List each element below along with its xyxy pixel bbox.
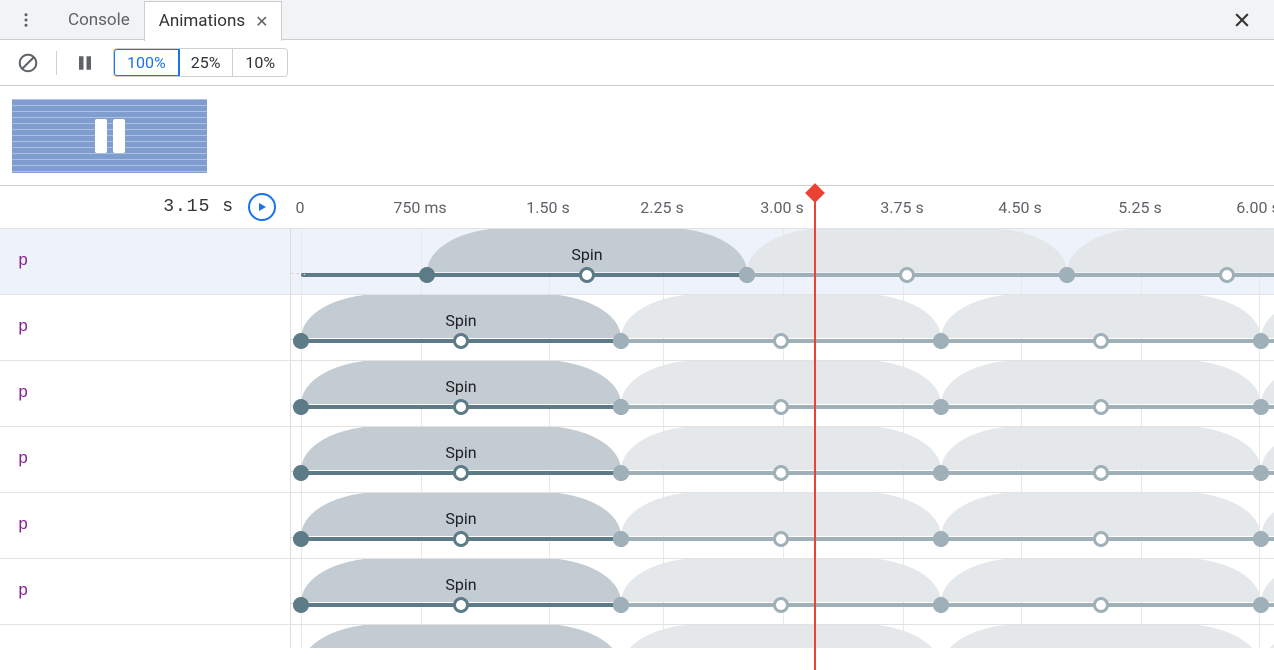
- track-row[interactable]: p Spin: [0, 228, 1274, 294]
- track-element-label: p: [0, 229, 290, 294]
- animation-name-label: Spin: [445, 311, 476, 330]
- keyframe-dot[interactable]: [293, 399, 309, 415]
- speed-25-button[interactable]: 25%: [179, 49, 234, 76]
- animation-group-thumbnail[interactable]: [12, 99, 207, 173]
- speed-100-button[interactable]: 100%: [113, 48, 180, 77]
- keyframe-dot[interactable]: [933, 531, 949, 547]
- keyframe-dot[interactable]: [453, 465, 469, 481]
- current-time-readout: 3.15 s: [163, 197, 234, 217]
- keyframe-dot[interactable]: [293, 465, 309, 481]
- track-row[interactable]: p Spin: [0, 426, 1274, 492]
- keyframe-dot[interactable]: [293, 597, 309, 613]
- keyframe-dot[interactable]: [1093, 333, 1109, 349]
- keyframe-dot[interactable]: [293, 531, 309, 547]
- keyframe-dot[interactable]: [933, 465, 949, 481]
- timeline: p Spin p Spin p Spin p Spin p Spin p Spin: [0, 228, 1274, 648]
- keyframe-dot[interactable]: [899, 267, 915, 283]
- keyframe-dot[interactable]: [1093, 597, 1109, 613]
- keyframe-dot[interactable]: [1253, 531, 1269, 547]
- keyframe-dot[interactable]: [773, 465, 789, 481]
- ruler-tick: 0: [296, 186, 305, 228]
- pause-icon[interactable]: [71, 49, 99, 77]
- keyframe-dot[interactable]: [1059, 267, 1075, 283]
- track-element-label: p: [0, 295, 290, 360]
- keyframe-dot[interactable]: [1219, 267, 1235, 283]
- keyframe-dot[interactable]: [1093, 465, 1109, 481]
- keyframe-dot[interactable]: [739, 267, 755, 283]
- ruler-tick: 750 ms: [393, 186, 446, 228]
- keyframe-dot[interactable]: [613, 597, 629, 613]
- keyframe-dot[interactable]: [1093, 399, 1109, 415]
- track-body: Spin: [290, 427, 1274, 492]
- track-element-label: p: [0, 361, 290, 426]
- track-body: Spin: [290, 229, 1274, 294]
- animations-toolbar: 100% 25% 10%: [0, 40, 1274, 86]
- keyframe-dot[interactable]: [1253, 465, 1269, 481]
- track-element-label: p: [0, 493, 290, 558]
- keyframe-dot[interactable]: [1253, 399, 1269, 415]
- track-body: Spin: [290, 559, 1274, 624]
- ruler-tick: 2.25 s: [640, 186, 683, 228]
- keyframe-dot[interactable]: [773, 333, 789, 349]
- track-row[interactable]: p Spin: [0, 294, 1274, 360]
- track-body: Spin: [290, 493, 1274, 558]
- clear-icon[interactable]: [14, 49, 42, 77]
- keyframe-dot[interactable]: [613, 399, 629, 415]
- animation-name-label: Spin: [445, 377, 476, 396]
- keyframe-dot[interactable]: [419, 267, 435, 283]
- ruler-tick: 6.00 s: [1236, 186, 1274, 228]
- ruler-tick: 3.00 s: [760, 186, 803, 228]
- tab-close-icon[interactable]: ✕: [255, 12, 268, 31]
- ruler-tick: 3.75 s: [880, 186, 923, 228]
- close-panel-button[interactable]: [1222, 0, 1262, 40]
- track-row: [0, 624, 1274, 648]
- tab-animations[interactable]: Animations ✕: [144, 1, 282, 41]
- keyframe-dot[interactable]: [579, 267, 595, 283]
- track-body: Spin: [290, 361, 1274, 426]
- keyframe-dot[interactable]: [453, 531, 469, 547]
- animation-groups-strip: [0, 86, 1274, 186]
- keyframe-dot[interactable]: [1253, 597, 1269, 613]
- keyframe-dot[interactable]: [453, 399, 469, 415]
- keyframe-dot[interactable]: [1253, 333, 1269, 349]
- kebab-menu-icon[interactable]: [12, 6, 40, 34]
- track-element-label: p: [0, 427, 290, 492]
- ruler-tick: 5.25 s: [1118, 186, 1161, 228]
- panel-tabbar: Console Animations ✕: [0, 0, 1274, 40]
- track-row[interactable]: p Spin: [0, 558, 1274, 624]
- animation-name-label: Spin: [445, 509, 476, 528]
- track-row[interactable]: p Spin: [0, 492, 1274, 558]
- divider: [56, 51, 57, 75]
- keyframe-dot[interactable]: [933, 399, 949, 415]
- keyframe-dot[interactable]: [613, 465, 629, 481]
- tab-console[interactable]: Console: [54, 0, 144, 40]
- keyframe-dot[interactable]: [613, 333, 629, 349]
- ruler-tick: 1.50 s: [526, 186, 569, 228]
- playback-speed-group: 100% 25% 10%: [113, 48, 288, 77]
- tab-animations-label: Animations: [159, 11, 245, 31]
- keyframe-dot[interactable]: [453, 597, 469, 613]
- keyframe-dot[interactable]: [773, 597, 789, 613]
- track-element-label: p: [0, 559, 290, 624]
- track-body: Spin: [290, 295, 1274, 360]
- keyframe-dot[interactable]: [453, 333, 469, 349]
- timeline-ruler: 3.15 s 0 750 ms 1.50 s 2.25 s 3.00 s 3.75 s 4.…: [0, 186, 1274, 228]
- playhead[interactable]: [814, 196, 816, 670]
- keyframe-dot[interactable]: [933, 333, 949, 349]
- keyframe-dot[interactable]: [613, 531, 629, 547]
- track-row[interactable]: p Spin: [0, 360, 1274, 426]
- animation-name-label: Spin: [571, 245, 602, 264]
- ruler-tick: 4.50 s: [998, 186, 1041, 228]
- animation-name-label: Spin: [445, 575, 476, 594]
- keyframe-dot[interactable]: [293, 333, 309, 349]
- play-button[interactable]: [248, 193, 276, 221]
- animation-name-label: Spin: [445, 443, 476, 462]
- keyframe-dot[interactable]: [773, 531, 789, 547]
- speed-10-button[interactable]: 10%: [233, 49, 287, 76]
- keyframe-dot[interactable]: [1093, 531, 1109, 547]
- pause-icon: [95, 119, 125, 153]
- keyframe-dot[interactable]: [933, 597, 949, 613]
- keyframe-dot[interactable]: [773, 399, 789, 415]
